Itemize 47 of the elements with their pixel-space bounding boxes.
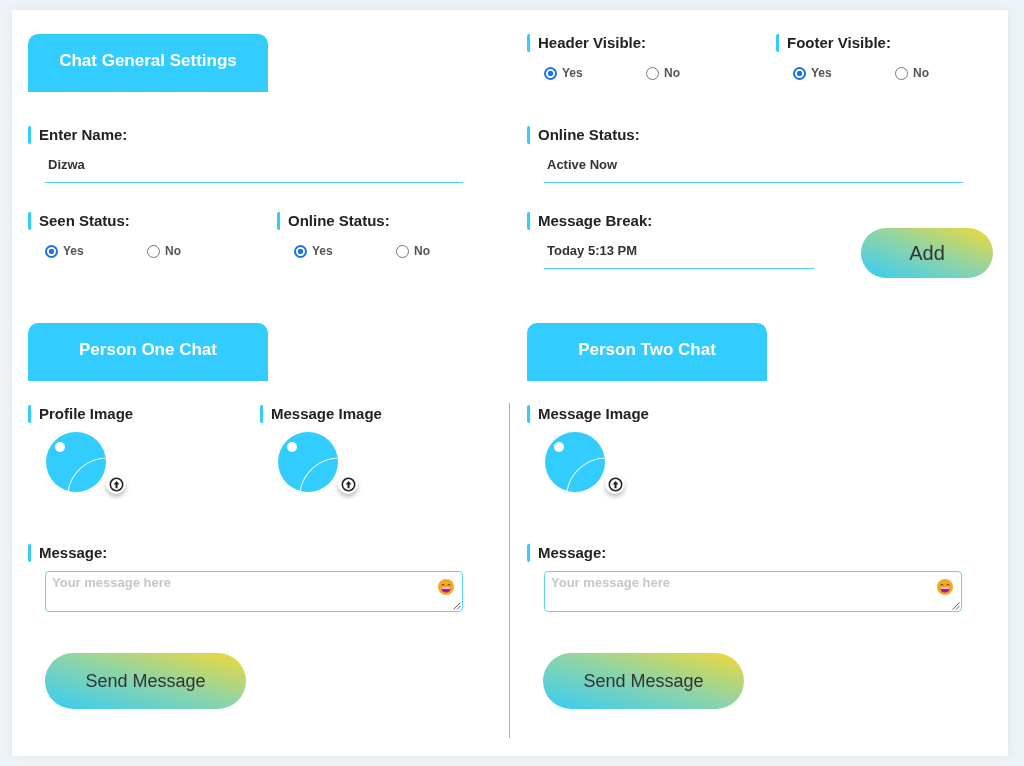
emoji-icon[interactable] — [438, 579, 454, 595]
field-label: Message Image — [527, 405, 649, 423]
upload-icon[interactable] — [605, 474, 625, 494]
section-heading: Chat General Settings — [28, 34, 268, 92]
send-message-button[interactable]: Send Message — [45, 653, 246, 709]
text-field[interactable]: Dizwa — [45, 148, 463, 183]
option-label: Yes — [312, 243, 333, 259]
option-label: No — [165, 243, 181, 259]
field-label: Message Break: — [527, 212, 653, 230]
option-label: No — [664, 65, 680, 81]
text-field[interactable]: Today 5:13 PM — [544, 234, 814, 269]
field-label: Message Image — [260, 405, 382, 423]
field-label: Seen Status: — [28, 212, 130, 230]
field-label: Header Visible: — [527, 34, 647, 52]
emoji-icon[interactable] — [937, 579, 953, 595]
radio-button[interactable] — [646, 66, 659, 80]
send-message-button[interactable]: Send Message — [543, 653, 744, 709]
field-label: Message: — [28, 544, 108, 562]
upload-icon[interactable] — [106, 474, 126, 494]
option-label: Yes — [63, 243, 84, 259]
option-label: No — [414, 243, 430, 259]
radio-button[interactable] — [396, 244, 409, 258]
radio-button[interactable] — [294, 244, 307, 258]
section-heading: Person Two Chat — [527, 323, 767, 381]
resize-handle-icon[interactable] — [951, 601, 960, 610]
text-field[interactable]: Active Now — [544, 148, 963, 183]
field-label: Enter Name: — [28, 126, 128, 144]
image-icon — [46, 432, 106, 492]
radio-button[interactable] — [147, 244, 160, 258]
image-icon — [545, 432, 605, 492]
field-label: Online Status: — [527, 126, 640, 144]
field-label: Profile Image — [28, 405, 134, 423]
section-heading: Person One Chat — [28, 323, 268, 381]
radio-button[interactable] — [544, 66, 557, 80]
add-button[interactable]: Add — [861, 228, 993, 278]
field-label: Message: — [527, 544, 607, 562]
option-label: Yes — [562, 65, 583, 81]
upload-icon[interactable] — [338, 474, 358, 494]
radio-button[interactable] — [793, 66, 806, 80]
image-icon — [278, 432, 338, 492]
radio-button[interactable] — [895, 66, 908, 80]
field-label: Online Status: — [277, 212, 390, 230]
radio-button[interactable] — [45, 244, 58, 258]
resize-handle-icon[interactable] — [452, 601, 461, 610]
option-label: No — [913, 65, 929, 81]
field-label: Footer Visible: — [776, 34, 891, 52]
option-label: Yes — [811, 65, 832, 81]
